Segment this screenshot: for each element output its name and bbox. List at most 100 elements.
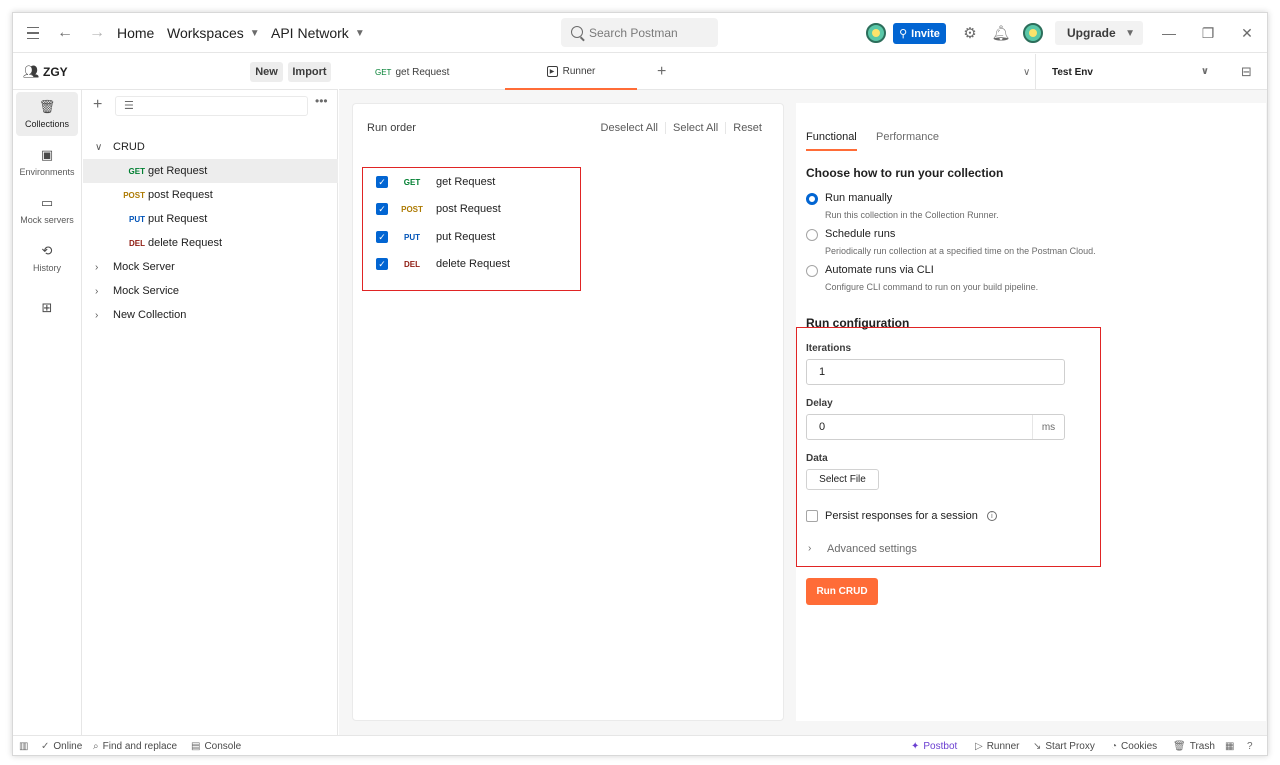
persist-option[interactable]: Persist responses for a session i <box>825 510 997 522</box>
start-proxy-button[interactable]: ↘ Start Proxy <box>1033 741 1095 752</box>
collection-mock-server[interactable]: › Mock Server <box>83 255 338 279</box>
new-button[interactable]: New <box>250 62 283 82</box>
checkbox-checked[interactable]: ✓ <box>376 176 388 188</box>
tree-request-put[interactable]: PUT put Request <box>83 207 338 231</box>
radio-automate-cli[interactable] <box>806 265 818 277</box>
tree-request-delete[interactable]: DEL delete Request <box>83 231 338 255</box>
minimize-icon[interactable]: — <box>1159 23 1179 43</box>
checkbox-checked[interactable]: ✓ <box>376 258 388 270</box>
request-name: delete Request <box>436 258 510 270</box>
collection-name: Mock Server <box>113 261 175 273</box>
info-icon[interactable]: i <box>986 511 997 522</box>
run-crud-button[interactable]: Run CRUD <box>806 578 878 605</box>
option-label[interactable]: Run manually <box>825 192 892 204</box>
tab-runner[interactable]: ▶ Runner <box>505 54 637 90</box>
sidebar-item-history[interactable]: ⟲ History <box>16 236 78 280</box>
iterations-input[interactable]: 1 <box>806 359 1065 385</box>
search-icon <box>571 26 583 38</box>
tab-performance[interactable]: Performance <box>876 131 939 149</box>
sidebar-item-environments[interactable]: ▣ Environments <box>16 140 78 184</box>
runner-button[interactable]: ▷ Runner <box>975 741 1020 752</box>
api-network-menu[interactable]: API Network ▼ <box>271 13 365 53</box>
trash-can-icon: 🗑︎ <box>38 99 56 114</box>
chevron-right-icon: › <box>95 261 99 273</box>
back-arrow-icon[interactable]: ← <box>57 13 73 53</box>
bell-icon[interactable]: 🔔︎ <box>991 24 1010 42</box>
collection-new-collection[interactable]: › New Collection <box>83 303 338 327</box>
option-label[interactable]: Schedule runs <box>825 228 895 240</box>
tree-request-get[interactable]: GET get Request <box>83 159 338 183</box>
proxy-icon: ↘ <box>1033 741 1042 752</box>
filter-input[interactable]: ☰ <box>115 96 308 116</box>
team-avatar-icon[interactable] <box>866 23 886 43</box>
gear-icon[interactable]: ⚙ <box>961 24 979 42</box>
radio-run-manually[interactable] <box>806 193 818 205</box>
close-icon[interactable]: ✕ <box>1237 23 1257 43</box>
option-label[interactable]: Automate runs via CLI <box>825 264 934 276</box>
collection-name: Mock Service <box>113 285 180 297</box>
iterations-value: 1 <box>819 366 826 378</box>
option-desc: Run this collection in the Collection Ru… <box>825 210 999 220</box>
environment-quick-look-icon[interactable]: ⊟ <box>1241 64 1252 80</box>
import-button[interactable]: Import <box>288 62 331 82</box>
tabs-dropdown-chevron-icon[interactable]: ∨ <box>1023 54 1030 90</box>
workspace-name[interactable]: ZGY <box>43 65 68 79</box>
plus-icon[interactable]: + <box>93 96 102 114</box>
checkbox-checked[interactable]: ✓ <box>376 231 388 243</box>
checkbox-checked[interactable]: ✓ <box>376 203 388 215</box>
chevron-down-icon: ▼ <box>249 27 260 39</box>
select-all-button[interactable]: Select All <box>665 122 725 134</box>
invite-button[interactable]: ⚲ Invite <box>893 23 946 44</box>
trash-label: Trash <box>1189 741 1215 752</box>
run-order-item-put[interactable]: ✓ PUT put Request <box>376 226 495 248</box>
radio-schedule-runs[interactable] <box>806 229 818 241</box>
tree-request-post[interactable]: POST post Request <box>83 183 338 207</box>
upgrade-button[interactable]: Upgrade ▼ <box>1055 21 1143 45</box>
advanced-settings-toggle[interactable]: Advanced settings <box>827 543 917 555</box>
online-status[interactable]: ✓ Online <box>41 741 82 752</box>
postbot-button[interactable]: ✦ Postbot <box>911 741 957 752</box>
workspaces-menu[interactable]: Workspaces ▼ <box>167 13 260 53</box>
menu-icon[interactable] <box>25 13 41 53</box>
run-order-item-post[interactable]: ✓ POST post Request <box>376 198 501 220</box>
delay-input[interactable]: 0 ms <box>806 414 1065 440</box>
collection-name: New Collection <box>113 309 187 321</box>
run-order-title: Run order <box>367 122 416 134</box>
trash-button[interactable]: 🗑︎ Trash <box>1173 741 1215 752</box>
method-badge: GET <box>375 67 392 77</box>
more-options-icon[interactable]: ••• <box>315 94 328 108</box>
console-button[interactable]: ▤ Console <box>191 741 241 752</box>
collection-mock-service[interactable]: › Mock Service <box>83 279 338 303</box>
help-icon[interactable]: ? <box>1247 741 1257 752</box>
sidebar-item-collections[interactable]: 🗑︎ Collections <box>16 92 78 136</box>
start-proxy-label: Start Proxy <box>1045 741 1095 752</box>
new-tab-plus-icon[interactable]: + <box>657 54 666 90</box>
sidebar-item-configure[interactable]: ⊞ <box>16 288 78 332</box>
reset-button[interactable]: Reset <box>725 122 769 134</box>
layout-icon[interactable]: ▦ <box>1225 741 1238 752</box>
forward-arrow-icon[interactable]: → <box>89 13 105 53</box>
tab-get-request[interactable]: GET get Request <box>375 54 487 90</box>
restore-icon[interactable]: ❐ <box>1198 23 1218 43</box>
find-replace-button[interactable]: ⌕ Find and replace <box>93 741 177 752</box>
environment-select[interactable]: Test Env ∨ <box>1035 54 1225 90</box>
home-link[interactable]: Home <box>117 13 154 53</box>
user-avatar-icon[interactable] <box>1023 23 1043 43</box>
tab-functional[interactable]: Functional <box>806 131 857 151</box>
method-badge: POST <box>123 190 145 200</box>
search-input[interactable]: Search Postman <box>561 18 718 47</box>
top-bar: ← → Home Workspaces ▼ API Network ▼ Sear… <box>13 13 1267 53</box>
collection-crud[interactable]: ∨ CRUD <box>83 135 338 159</box>
toggle-sidebar-icon[interactable]: ▥ <box>19 741 32 752</box>
cookies-button[interactable]: ◔ Cookies <box>1111 741 1157 752</box>
deselect-all-button[interactable]: Deselect All <box>594 122 665 134</box>
select-file-button[interactable]: Select File <box>806 469 879 490</box>
trash-icon: 🗑︎ <box>1173 741 1186 752</box>
request-name: get Request <box>148 165 208 177</box>
tab-label: Runner <box>562 65 596 77</box>
persist-checkbox[interactable] <box>806 510 818 522</box>
run-order-item-get[interactable]: ✓ GET get Request <box>376 171 495 193</box>
run-order-actions: Deselect All Select All Reset <box>594 122 769 134</box>
run-order-item-delete[interactable]: ✓ DEL delete Request <box>376 253 510 275</box>
sidebar-item-mock-servers[interactable]: ▭ Mock servers <box>16 188 78 232</box>
